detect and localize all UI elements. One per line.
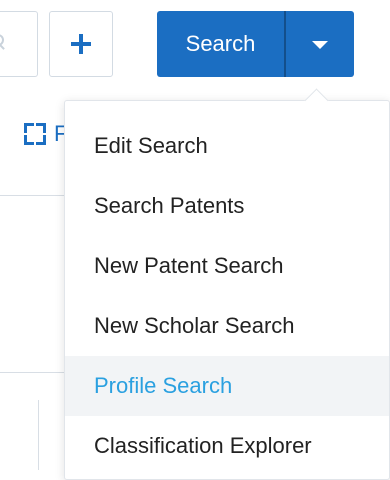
search-input[interactable]: [0, 11, 38, 77]
menu-item-label: Profile Search: [94, 373, 233, 398]
chevron-down-icon: [312, 41, 328, 49]
menu-item-edit-search[interactable]: Edit Search: [65, 116, 389, 176]
expand-icon: [22, 121, 48, 147]
search-button[interactable]: Search: [157, 11, 286, 77]
menu-item-label: Edit Search: [94, 133, 208, 158]
add-button[interactable]: [49, 11, 113, 77]
menu-item-label: Search Patents: [94, 193, 245, 218]
search-dropdown-menu: Edit Search Search Patents New Patent Se…: [64, 100, 390, 480]
menu-item-new-patent-search[interactable]: New Patent Search: [65, 236, 389, 296]
menu-item-classification-explorer[interactable]: Classification Explorer: [65, 416, 389, 476]
menu-item-label: Classification Explorer: [94, 433, 312, 458]
menu-item-label: New Scholar Search: [94, 313, 295, 338]
divider: [38, 400, 39, 470]
divider: [0, 372, 70, 373]
search-button-label: Search: [185, 31, 256, 56]
search-icon: [0, 34, 10, 50]
menu-item-profile-search[interactable]: Profile Search: [65, 356, 389, 416]
search-dropdown-toggle[interactable]: [286, 11, 354, 77]
divider: [0, 195, 70, 196]
expand-control[interactable]: F: [22, 121, 67, 147]
menu-item-label: New Patent Search: [94, 253, 284, 278]
menu-item-new-scholar-search[interactable]: New Scholar Search: [65, 296, 389, 356]
menu-list: Edit Search Search Patents New Patent Se…: [65, 101, 389, 476]
search-button-group: Search: [157, 11, 354, 77]
menu-item-search-patents[interactable]: Search Patents: [65, 176, 389, 236]
plus-icon: [71, 34, 91, 54]
